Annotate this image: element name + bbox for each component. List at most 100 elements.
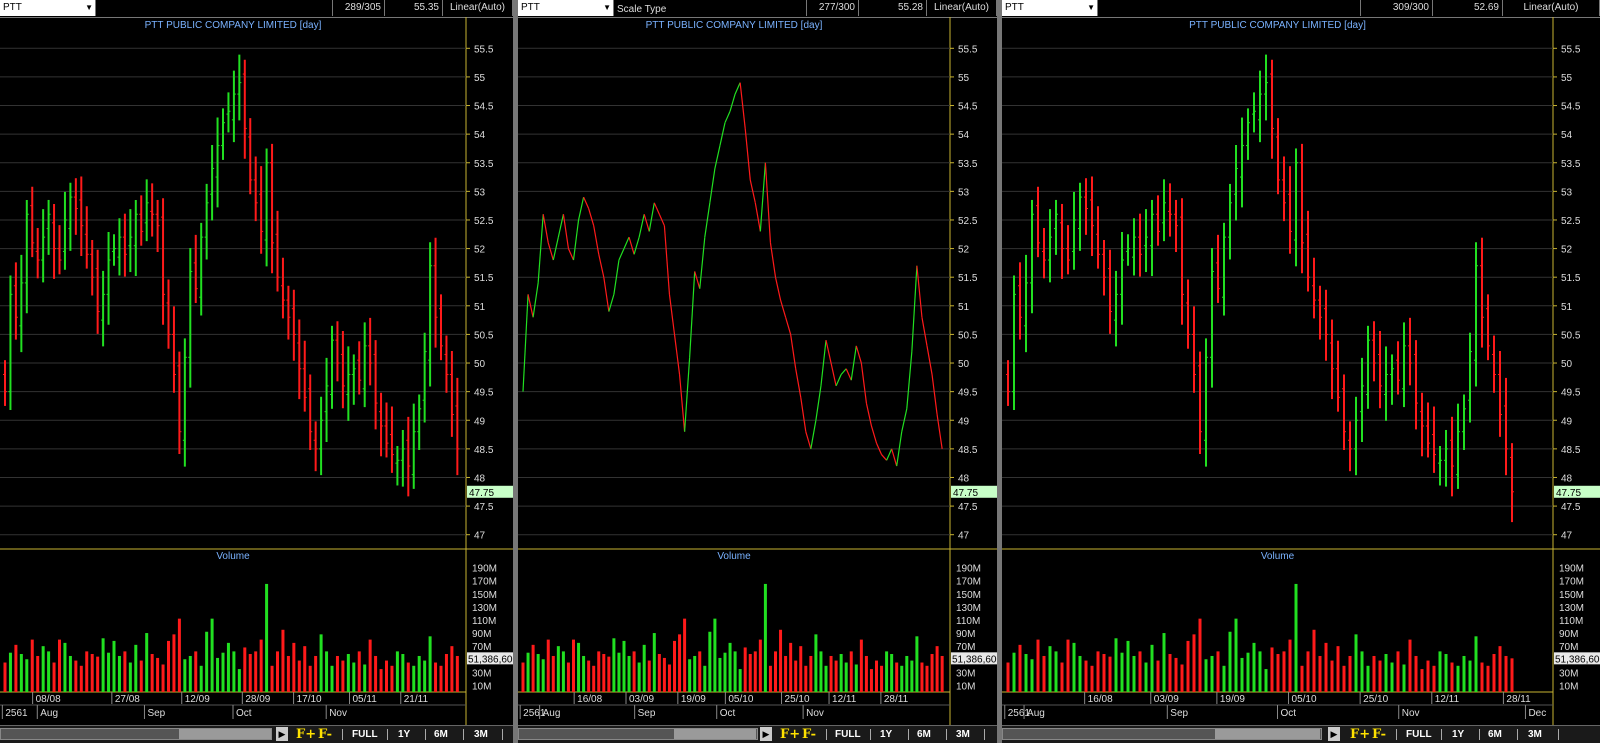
volume-bar [1510, 658, 1514, 692]
horizontal-scrollbar[interactable] [0, 728, 272, 740]
volume-bar [612, 638, 616, 692]
scroll-right-button[interactable]: ▶ [760, 727, 772, 741]
volume-bar [859, 639, 863, 692]
volume-bar [1030, 659, 1034, 692]
volume-bar [248, 654, 252, 692]
volume-bar [1372, 655, 1376, 692]
zoom-out-button[interactable]: F- [802, 726, 816, 743]
range-1y-button[interactable]: 1Y [880, 726, 892, 743]
volume-bar [1036, 639, 1040, 692]
range-full-button[interactable]: FULL [1406, 726, 1432, 743]
volume-tick-label: 190M [956, 564, 981, 575]
price-line-segment [779, 299, 787, 318]
volume-tick-label: 30M [1559, 668, 1578, 679]
separator [502, 729, 503, 740]
scrollbar-thumb[interactable] [1215, 729, 1320, 739]
price-line-segment [800, 397, 807, 432]
volume-bar [205, 631, 209, 692]
volume-bar [758, 639, 762, 692]
volume-bar [199, 665, 203, 692]
range-full-button[interactable]: FULL [352, 726, 378, 743]
scale-type-label [96, 0, 333, 16]
volume-tick-label: 130M [472, 603, 497, 614]
range-6m-button[interactable]: 6M [434, 726, 448, 743]
scale-mode-button[interactable]: Linear(Auto) [1503, 0, 1600, 16]
volume-bar [521, 662, 525, 692]
price-volume-chart[interactable]: 47 47.5 48 48.5 49 49.5 50 50.5 51 51.5 52 52.5 53 53… [1002, 17, 1600, 726]
chart-title: PTT PUBLIC COMPANY LIMITED [day] [1189, 20, 1366, 31]
price-tick-label: 48 [958, 473, 970, 484]
volume-bar [869, 669, 873, 692]
volume-bar [1420, 669, 1424, 692]
volume-bar [844, 662, 848, 692]
zoom-out-button[interactable]: F- [318, 726, 332, 743]
price-tick-label: 52 [474, 245, 486, 256]
price-volume-chart[interactable]: 47 47.5 48 48.5 49 49.5 50 50.5 51 51.5 52 52.5 53 53… [518, 17, 997, 726]
volume-tick-label: 170M [472, 577, 497, 588]
zoom-in-button[interactable]: F+ [296, 726, 316, 743]
zoom-in-button[interactable]: F+ [1350, 726, 1370, 743]
volume-bar [799, 646, 803, 692]
volume-bar [123, 651, 127, 692]
price-tick-label: 52.5 [1561, 216, 1581, 227]
bar-count-text: 309/300 [1392, 2, 1429, 13]
date-tick-label: 16/08 [1088, 694, 1113, 705]
month-tick-label: Oct [236, 708, 252, 719]
range-3m-button[interactable]: 3M [1528, 726, 1542, 743]
volume-bar [183, 659, 187, 692]
volume-bar [101, 638, 105, 692]
volume-bar [276, 651, 279, 692]
volume-bar [19, 654, 23, 692]
volume-bar [849, 651, 853, 692]
price-tick-label: 50.5 [1561, 330, 1581, 341]
volume-bar [254, 651, 258, 692]
volume-bar [297, 660, 301, 692]
volume-bar [117, 655, 121, 692]
volume-bar [1006, 662, 1010, 692]
horizontal-scrollbar[interactable] [518, 728, 758, 740]
volume-bar [406, 662, 410, 692]
price-tick-label: 47.5 [958, 502, 978, 513]
price-line-segment [774, 277, 782, 301]
scale-mode-button[interactable]: Linear(Auto) [443, 0, 513, 16]
price-volume-chart[interactable]: 47 47.5 48 48.5 49 49.5 50 50.5 51 51.5 52 52.5 53 53… [0, 17, 513, 726]
range-full-button[interactable]: FULL [835, 726, 861, 743]
volume-bar [79, 665, 83, 692]
volume-title: Volume [216, 551, 250, 562]
scale-mode-button[interactable]: Linear(Auto) [927, 0, 997, 16]
volume-bar [134, 644, 138, 692]
volume-bar [642, 644, 646, 692]
volume-bar [1498, 646, 1502, 692]
volume-bar [839, 654, 843, 692]
symbol-select[interactable]: PTT ▼ [1002, 0, 1098, 16]
volume-bar [1402, 664, 1406, 692]
volume-bar [434, 662, 438, 692]
price-line-segment [744, 128, 751, 180]
volume-bar [412, 665, 416, 692]
range-6m-button[interactable]: 6M [917, 726, 931, 743]
symbol-select[interactable]: PTT ▼ [0, 0, 96, 16]
cursor-price: 55.28 [859, 0, 927, 16]
range-3m-button[interactable]: 3M [474, 726, 488, 743]
range-6m-button[interactable]: 6M [1488, 726, 1502, 743]
scrollbar-thumb[interactable] [179, 729, 271, 739]
volume-bar [940, 655, 944, 692]
range-3m-button[interactable]: 3M [956, 726, 970, 743]
range-1y-button[interactable]: 1Y [1452, 726, 1464, 743]
price-tick-label: 52 [1561, 245, 1573, 256]
range-1y-button[interactable]: 1Y [398, 726, 410, 743]
volume-bar [226, 642, 230, 692]
price-tick-label: 55.5 [474, 44, 494, 55]
zoom-out-button[interactable]: F- [1372, 726, 1386, 743]
date-tick-label: 17/10 [297, 694, 322, 705]
scroll-right-button[interactable]: ▶ [276, 727, 288, 741]
volume-tick-label: 150M [1559, 590, 1584, 601]
volume-bar [85, 651, 89, 692]
horizontal-scrollbar[interactable] [1002, 728, 1322, 740]
symbol-select[interactable]: PTT ▼ [518, 0, 614, 16]
volume-bar [58, 639, 61, 692]
scroll-right-button[interactable]: ▶ [1328, 727, 1340, 741]
zoom-in-button[interactable]: F+ [780, 726, 800, 743]
volume-bar [303, 646, 307, 692]
scrollbar-thumb[interactable] [674, 729, 756, 739]
